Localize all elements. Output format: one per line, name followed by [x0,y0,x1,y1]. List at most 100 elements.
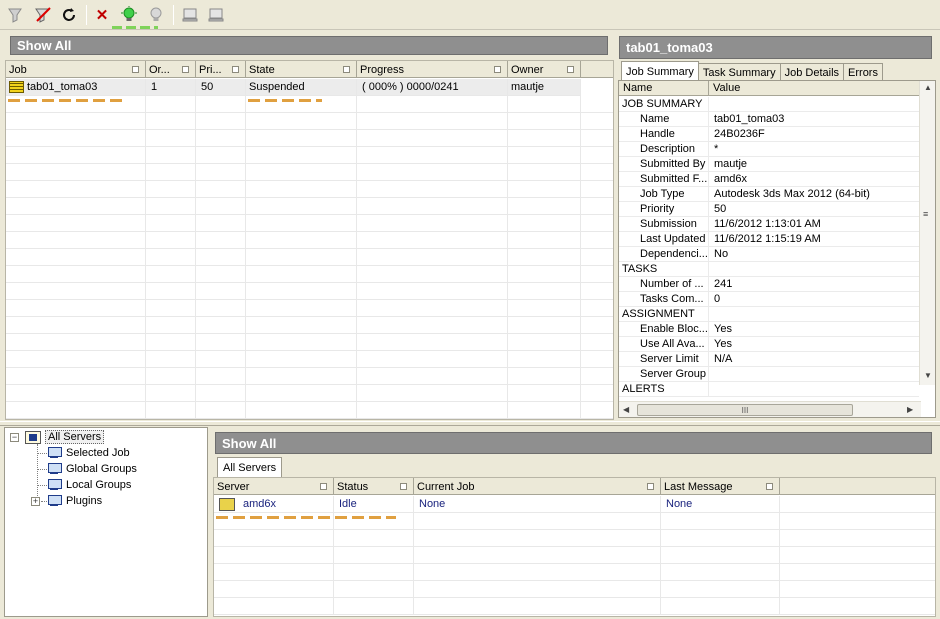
empty-cell [357,249,508,266]
tree-item-global-groups[interactable]: Global Groups [47,461,137,477]
col-state[interactable]: State [246,61,357,78]
col-owner[interactable]: Owner [508,61,581,78]
col-filler [780,478,935,495]
filler-cell [780,496,935,513]
col-current-job[interactable]: Current Job [414,478,661,495]
scroll-grip-icon[interactable]: ≡ [923,209,928,219]
tree-item-all-servers[interactable]: All Servers [25,429,105,445]
property-row[interactable]: Description * [619,142,919,157]
server-name: amd6x [243,498,277,510]
empty-cell [581,368,613,385]
property-row[interactable]: Priority 50 [619,202,919,217]
property-name: Dependenci... [619,247,709,262]
empty-cell [6,164,146,181]
property-row[interactable]: Tasks Com... 0 [619,292,919,307]
monitor-icon-2[interactable] [205,4,227,26]
scroll-left-icon[interactable]: ◀ [623,405,629,414]
empty-cell [508,215,581,232]
empty-cell [246,147,357,164]
empty-cell [6,351,146,368]
empty-cell [357,96,508,113]
tab-task-summary[interactable]: Task Summary [697,63,781,81]
property-value: mautje [709,157,919,172]
scroll-down-icon[interactable]: ▼ [924,371,932,380]
horizontal-splitter[interactable] [0,421,940,426]
horizontal-scrollbar[interactable]: ◀ III ▶ [619,401,921,417]
property-row[interactable]: Submitted By mautje [619,157,919,172]
property-row[interactable]: Submission 11/6/2012 1:13:01 AM [619,217,919,232]
empty-cell [581,181,613,198]
sort-icon [494,66,501,73]
col-state-label: State [249,63,275,76]
property-section[interactable]: ASSIGNMENT [619,307,919,322]
property-row[interactable]: Submitted F... amd6x [619,172,919,187]
tree-item-local-groups[interactable]: Local Groups [47,477,131,493]
property-row[interactable]: Server Limit N/A [619,352,919,367]
vertical-scrollbar[interactable]: ▲ ≡ ▼ [919,81,935,385]
empty-cell [581,334,613,351]
property-row[interactable]: Handle 24B0236F [619,127,919,142]
property-row[interactable]: Server Group [619,367,919,382]
col-name[interactable]: Name [619,81,709,95]
monitor-icon[interactable] [179,4,201,26]
scroll-thumb[interactable]: III [637,404,853,416]
empty-cell [414,530,661,547]
collapse-icon[interactable]: − [10,433,19,442]
empty-cell [146,368,196,385]
property-row[interactable]: Last Updated 11/6/2012 1:15:19 AM [619,232,919,247]
tab-job-details[interactable]: Job Details [779,63,845,81]
empty-cell [214,598,334,615]
resume-bulb-icon[interactable] [118,4,140,26]
tree-item-plugins[interactable]: Plugins [47,493,102,509]
col-value[interactable]: Value [709,81,919,95]
tree-item-selected-job[interactable]: Selected Job [47,445,130,461]
property-section[interactable]: JOB SUMMARY [619,97,919,112]
scroll-right-icon[interactable]: ▶ [907,405,913,414]
property-row[interactable]: Number of ... 241 [619,277,919,292]
scroll-thumb-grip: III [741,405,749,415]
tab-all-servers[interactable]: All Servers [217,457,283,477]
tab-job-summary[interactable]: Job Summary [621,61,699,81]
tab-errors[interactable]: Errors [843,63,883,81]
col-priority[interactable]: Pri... [196,61,246,78]
empty-cell [146,351,196,368]
col-progress[interactable]: Progress [357,61,508,78]
expand-icon[interactable]: + [31,497,40,506]
scroll-up-icon[interactable]: ▲ [924,83,932,92]
property-name: ASSIGNMENT [619,307,709,322]
property-row[interactable]: Enable Bloc... Yes [619,322,919,337]
property-section[interactable]: TASKS [619,262,919,277]
col-server[interactable]: Server [214,478,334,495]
empty-cell [780,598,935,615]
empty-cell [661,513,780,530]
table-row[interactable]: amd6x Idle None None [214,496,935,513]
empty-row [6,368,613,385]
empty-cell [6,317,146,334]
empty-cell [334,598,414,615]
remove-filter-icon[interactable] [32,4,54,26]
job-detail-panel: tab01_toma03 Job Summary Task Summary Jo… [618,33,936,420]
empty-row [6,351,613,368]
table-row[interactable]: tab01_toma03 1 50 Suspended ( 000% ) 000… [6,79,581,96]
property-row[interactable]: Dependenci... No [619,247,919,262]
property-value: N/A [709,352,919,367]
property-section[interactable]: ALERTS [619,382,919,397]
empty-cell [196,181,246,198]
col-job[interactable]: Job [6,61,146,78]
property-row[interactable]: Use All Ava... Yes [619,337,919,352]
refresh-icon[interactable] [58,4,80,26]
empty-cell [196,147,246,164]
job-cell: tab01_toma03 [6,79,146,96]
empty-cell [246,368,357,385]
property-row[interactable]: Name tab01_toma03 [619,112,919,127]
empty-cell [357,113,508,130]
col-status[interactable]: Status [334,478,414,495]
col-last-message[interactable]: Last Message [661,478,780,495]
delete-icon[interactable]: ✕ [91,4,113,26]
filter-icon[interactable] [4,4,26,26]
suspend-bulb-icon[interactable] [145,4,167,26]
property-grid-columns: Name Value [619,81,919,96]
col-order[interactable]: Or... [146,61,196,78]
empty-cell [357,300,508,317]
property-row[interactable]: Job Type Autodesk 3ds Max 2012 (64-bit) [619,187,919,202]
